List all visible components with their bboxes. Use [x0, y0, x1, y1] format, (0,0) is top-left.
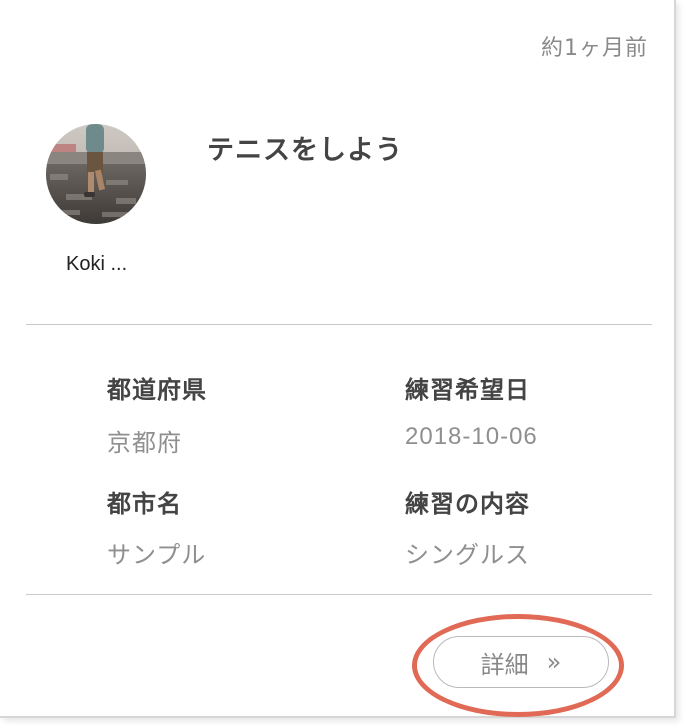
prefecture-value: 京都府 — [107, 429, 182, 457]
practice-date-label: 練習希望日 — [405, 376, 530, 404]
practice-date-value: 2018-10-06 — [405, 423, 538, 450]
detail-button[interactable]: 詳細 » — [433, 636, 609, 688]
practice-content-value: シングルス — [405, 541, 530, 569]
prefecture-label: 都道府県 — [107, 376, 207, 404]
posted-time: 約1ヶ月前 — [541, 36, 648, 61]
double-chevron-right-icon: » — [546, 648, 562, 676]
city-value: サンプル — [107, 541, 207, 569]
post-card: 約1ヶ月前 Koki ... テニスをしよう 都道府県 京都府 練習希望日 20… — [0, 0, 676, 718]
user-name[interactable]: Koki ... — [66, 253, 127, 276]
city-label: 都市名 — [107, 490, 182, 518]
practice-content-label: 練習の内容 — [405, 490, 530, 518]
divider — [26, 324, 652, 325]
avatar[interactable] — [46, 124, 146, 224]
post-title: テニスをしよう — [207, 135, 403, 166]
divider — [26, 594, 652, 595]
detail-button-label: 詳細 — [480, 650, 529, 679]
avatar-photo — [46, 124, 146, 224]
